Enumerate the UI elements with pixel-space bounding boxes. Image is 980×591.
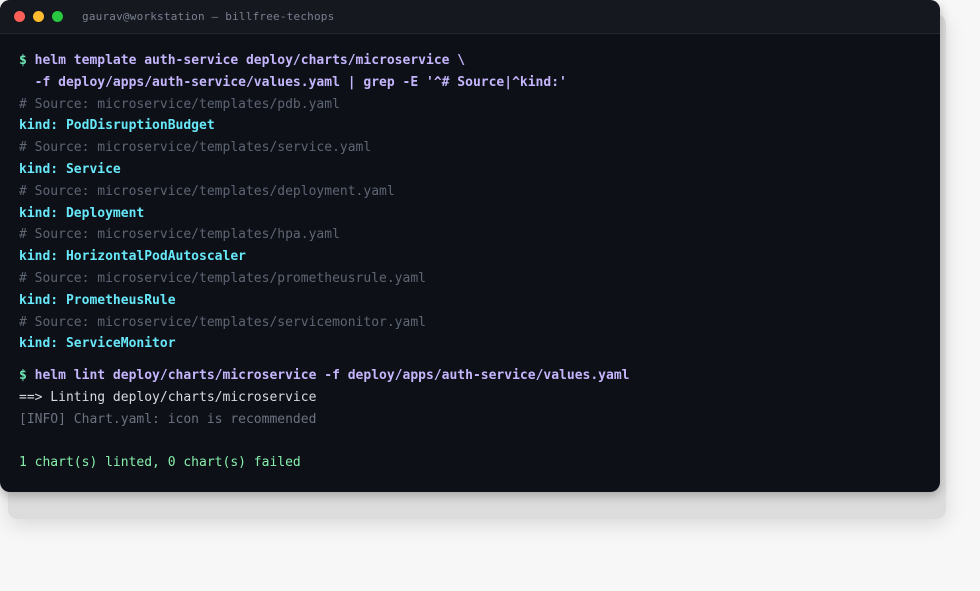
kind-line: kind: Service [19,161,121,177]
stage: gaurav@workstation — billfree-techops $ … [0,0,980,591]
command-text: -f deploy/apps/auth-service/values.yaml … [19,74,567,90]
title-bar[interactable]: gaurav@workstation — billfree-techops [0,0,940,34]
kind-line: kind: PrometheusRule [19,292,176,308]
source-comment-line: # Source: microservice/templates/deploym… [19,183,395,199]
source-comment-line: # Source: microservice/templates/service… [19,140,372,156]
command-text: helm lint deploy/charts/microservice -f … [34,368,630,384]
close-window-button[interactable] [14,11,25,22]
command-text: helm template auth-service deploy/charts… [34,53,466,68]
maximize-window-button[interactable] [52,11,63,22]
terminal-output[interactable]: $ helm template auth-service deploy/char… [0,34,940,474]
source-comment-line: # Source: microservice/templates/service… [19,314,426,330]
kind-line: kind: Deployment [19,205,145,221]
template-output: # Source: microservice/templates/pdb.yam… [19,94,921,356]
source-comment-line: # Source: microservice/templates/hpa.yam… [19,227,340,243]
prompt-symbol: $ [19,53,27,68]
command-continuation: -f deploy/apps/auth-service/values.yaml … [19,72,921,94]
terminal-window[interactable]: gaurav@workstation — billfree-techops $ … [0,0,940,492]
minimize-window-button[interactable] [33,11,44,22]
kind-line: kind: HorizontalPodAutoscaler [19,249,246,265]
lint-summary-line: 1 chart(s) linted, 0 chart(s) failed [19,455,301,471]
prompt-symbol: $ [19,368,27,384]
window-title: gaurav@workstation — billfree-techops [82,10,335,23]
lint-output-line: ==> Linting deploy/charts/microservice [19,389,317,405]
lint-info-line: [INFO] Chart.yaml: icon is recommended [19,411,317,427]
command-line: $ helm lint deploy/charts/microservice -… [19,365,921,387]
source-comment-line: # Source: microservice/templates/pdb.yam… [19,96,340,112]
kind-line: kind: PodDisruptionBudget [19,118,215,134]
source-comment-line: # Source: microservice/templates/prometh… [19,270,426,286]
command-line: $ helm template auth-service deploy/char… [19,50,921,72]
kind-line: kind: ServiceMonitor [19,336,176,352]
